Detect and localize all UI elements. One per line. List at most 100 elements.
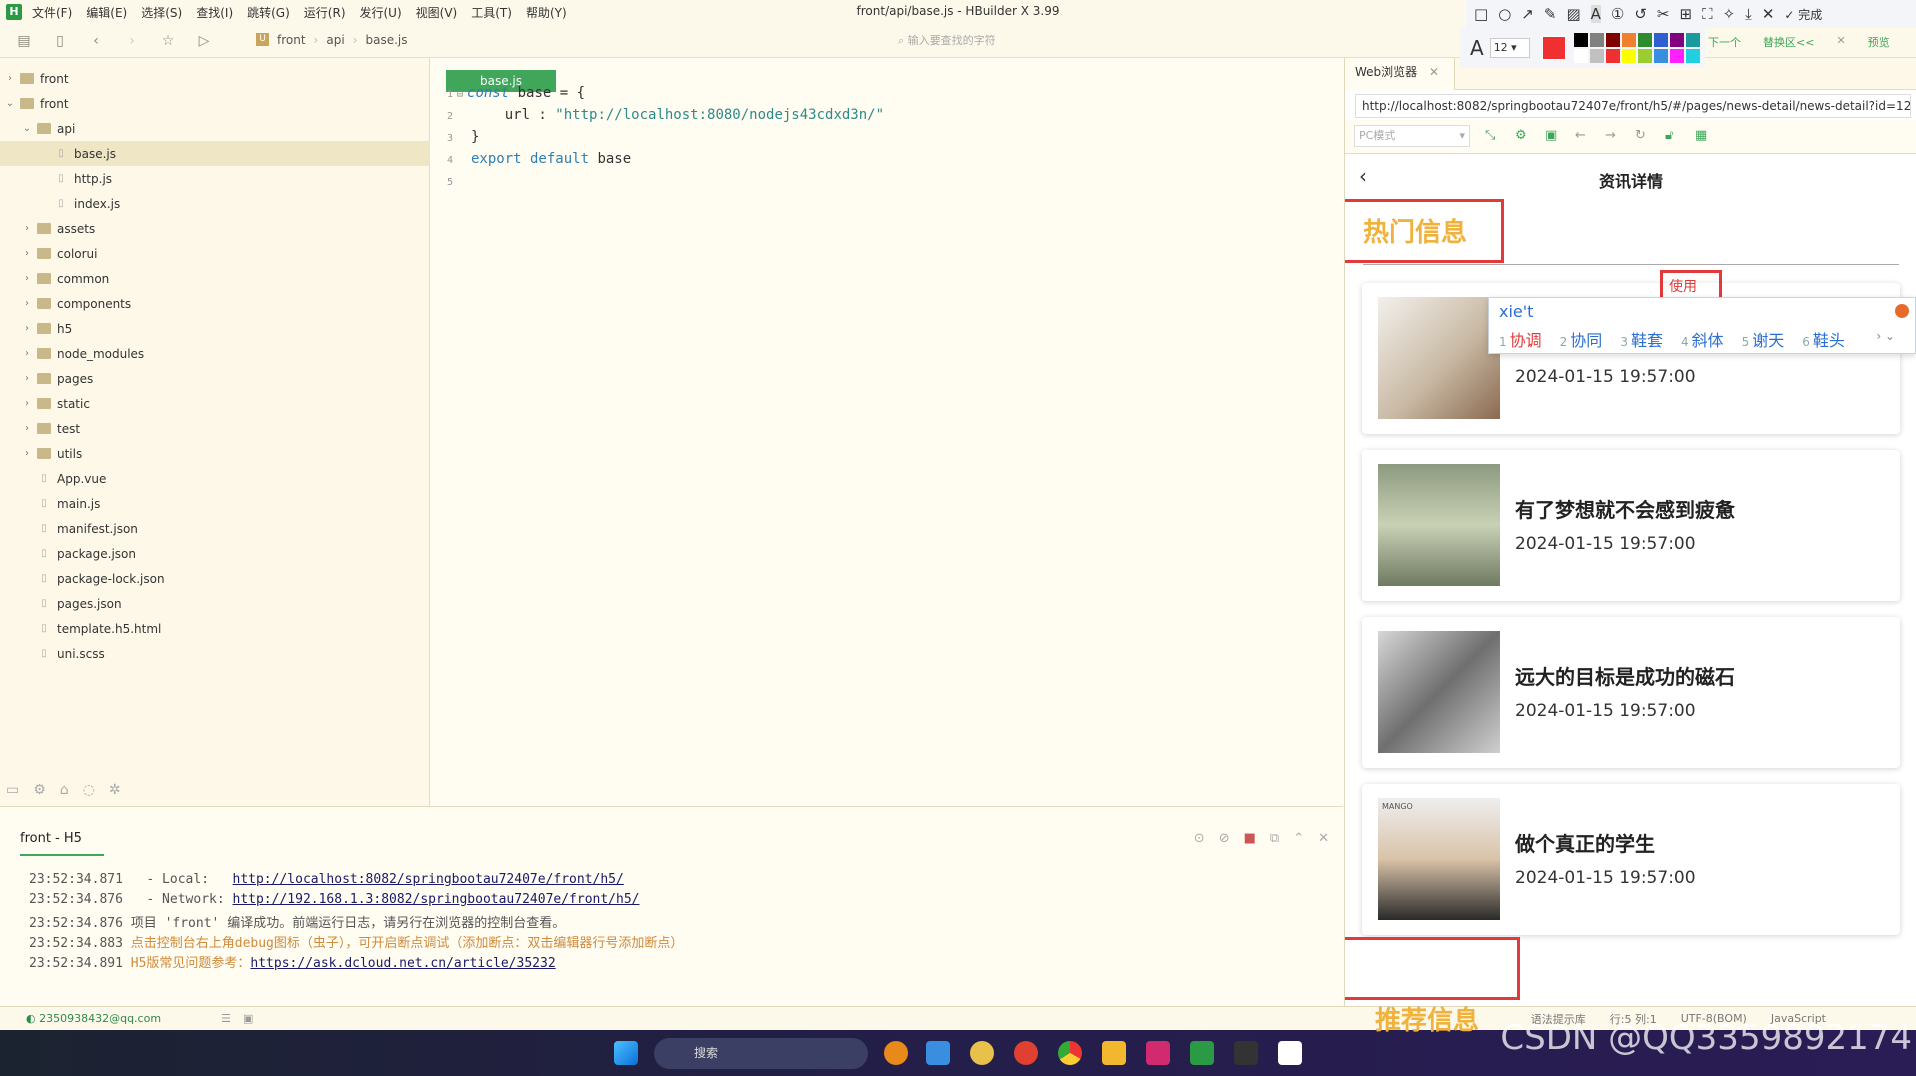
mosaic-icon[interactable]: ▨: [1566, 5, 1580, 23]
taskbar-search[interactable]: 搜索: [654, 1038, 868, 1069]
code-line[interactable]: 4 export default base: [431, 148, 631, 170]
replace-toggle[interactable]: 替换区<<: [1763, 34, 1814, 50]
tree-item[interactable]: ▯ App.vue: [0, 466, 430, 491]
terminal-icon[interactable]: ▣: [243, 1012, 253, 1025]
find-next-button[interactable]: 下一个: [1708, 34, 1741, 50]
color-swatch[interactable]: [1589, 33, 1604, 47]
tree-item[interactable]: ▯ main.js: [0, 491, 430, 516]
user-account[interactable]: ◐ 2350938432@qq.com: [26, 1012, 161, 1025]
folder-icon[interactable]: ▭: [6, 782, 19, 798]
close-icon[interactable]: ✕: [1836, 34, 1845, 50]
tree-item[interactable]: ▯ package-lock.json: [0, 566, 430, 591]
line-number[interactable]: 3: [431, 128, 453, 150]
code-line[interactable]: 3}: [431, 126, 479, 148]
lock-icon[interactable]: 🔓︎: [1665, 128, 1673, 143]
news-card[interactable]: 远大的目标是成功的磁石 2024-01-15 19:57:00: [1362, 617, 1900, 768]
download-icon[interactable]: ⤓: [1745, 5, 1752, 23]
tree-item[interactable]: › components: [0, 291, 430, 316]
line-number[interactable]: 2: [431, 106, 453, 128]
trash-icon[interactable]: ⌂: [60, 782, 69, 798]
debug-icon[interactable]: ⊙: [1194, 831, 1205, 846]
pencil-icon[interactable]: ✎: [1544, 5, 1557, 23]
close-tab-icon[interactable]: ✕: [1429, 65, 1439, 79]
app-icon[interactable]: [926, 1041, 950, 1065]
ime-candidate[interactable]: 3 鞋套: [1620, 327, 1663, 351]
color-swatch[interactable]: [1637, 49, 1652, 63]
log-link[interactable]: http://192.168.1.3:8082/springbootau7240…: [233, 892, 640, 907]
code-line[interactable]: 2 url : "http://localhost:8080/nodejs43c…: [431, 104, 884, 126]
tab-web-browser[interactable]: Web浏览器 ✕: [1345, 58, 1455, 90]
color-swatch[interactable]: [1685, 49, 1700, 63]
qrcode-icon[interactable]: ▦: [1695, 128, 1707, 143]
log-link[interactable]: http://localhost:8082/springbootau72407e…: [233, 872, 624, 887]
arrow-icon[interactable]: ↗: [1521, 5, 1534, 23]
breadcrumb-item[interactable]: front: [277, 33, 306, 47]
tree-item[interactable]: ▯ uni.scss: [0, 641, 430, 666]
line-number[interactable]: 1: [431, 84, 453, 106]
tree-item[interactable]: › pages: [0, 366, 430, 391]
fold-icon[interactable]: ⊟: [457, 89, 463, 100]
line-number[interactable]: 4: [431, 150, 453, 172]
tree-item[interactable]: ▯ template.h5.html: [0, 616, 430, 641]
tree-item[interactable]: › test: [0, 416, 430, 441]
breadcrumb-item[interactable]: api: [326, 33, 344, 47]
settings-icon[interactable]: ✲: [109, 782, 121, 798]
refresh-icon[interactable]: ↻: [1635, 128, 1646, 143]
ime-candidate[interactable]: 1 协调: [1499, 327, 1542, 351]
qq-icon[interactable]: [1278, 1041, 1302, 1065]
text-icon[interactable]: A: [1590, 5, 1601, 23]
terminal-app-icon[interactable]: [1234, 1041, 1258, 1065]
font-size-select[interactable]: 12 ▾: [1489, 38, 1530, 58]
app-icon[interactable]: [1014, 1041, 1038, 1065]
console-icon[interactable]: ▣: [1545, 128, 1557, 143]
app-icon[interactable]: [970, 1041, 994, 1065]
history-icon[interactable]: ◌: [83, 782, 95, 798]
pin-icon[interactable]: ✧: [1723, 5, 1736, 23]
mode-select[interactable]: PC模式 ▾: [1354, 125, 1470, 147]
tree-item[interactable]: › static: [0, 391, 430, 416]
ime-candidate[interactable]: 5 谢天: [1742, 327, 1785, 351]
chevron-right-icon[interactable]: › ⌄: [1876, 329, 1895, 343]
color-swatch[interactable]: [1573, 33, 1588, 47]
code-line[interactable]: 1 ⊟ const base = {: [431, 82, 585, 104]
forward-icon[interactable]: ›: [120, 33, 144, 49]
back-icon[interactable]: ‹: [84, 33, 108, 49]
news-card[interactable]: 有了梦想就不会感到疲惫 2024-01-15 19:57:00: [1362, 450, 1900, 601]
ocr-icon[interactable]: ⛶: [1702, 5, 1713, 23]
screenshot-icon[interactable]: ⤡: [1485, 128, 1495, 143]
color-swatch[interactable]: [1637, 33, 1652, 47]
console-tab[interactable]: front - H5: [20, 831, 104, 856]
tree-item[interactable]: › h5: [0, 316, 430, 341]
breadcrumb-item[interactable]: base.js: [365, 33, 407, 47]
tree-item[interactable]: › node_modules: [0, 341, 430, 366]
maximize-icon[interactable]: ⌃: [1293, 831, 1304, 846]
ime-candidate[interactable]: 2 协同: [1560, 327, 1603, 351]
current-color[interactable]: [1541, 36, 1566, 60]
windows-start-icon[interactable]: [614, 1041, 638, 1065]
chrome-icon[interactable]: [1058, 1041, 1082, 1065]
new-file-icon[interactable]: ▤: [12, 33, 36, 49]
star-icon[interactable]: ☆: [156, 33, 180, 49]
clear-icon[interactable]: ⧉: [1270, 831, 1279, 846]
plugin-icon[interactable]: ⚙: [33, 782, 46, 798]
file-explorer-icon[interactable]: [1102, 1041, 1126, 1065]
tree-item[interactable]: ▯ manifest.json: [0, 516, 430, 541]
tree-item[interactable]: › front: [0, 66, 430, 91]
done-button[interactable]: ✓ 完成: [1784, 6, 1822, 23]
tree-item[interactable]: › utils: [0, 441, 430, 466]
tree-item[interactable]: › assets: [0, 216, 430, 241]
color-swatch[interactable]: [1605, 49, 1620, 63]
list-icon[interactable]: ☰: [221, 1012, 231, 1025]
color-swatch[interactable]: [1669, 33, 1684, 47]
stop-icon[interactable]: ■: [1244, 831, 1256, 846]
color-swatch[interactable]: [1653, 49, 1668, 63]
tree-item[interactable]: ▯ index.js: [0, 191, 430, 216]
search-app-icon[interactable]: [884, 1041, 908, 1065]
run-icon[interactable]: ▷: [192, 33, 216, 49]
color-swatch[interactable]: [1685, 33, 1700, 47]
log-link[interactable]: https://ask.dcloud.net.cn/article/35232: [250, 956, 555, 971]
line-number[interactable]: 5: [431, 172, 453, 194]
code-line[interactable]: 5: [431, 170, 471, 192]
close-icon[interactable]: ✕: [1762, 5, 1775, 23]
back-icon[interactable]: ←: [1575, 128, 1586, 143]
